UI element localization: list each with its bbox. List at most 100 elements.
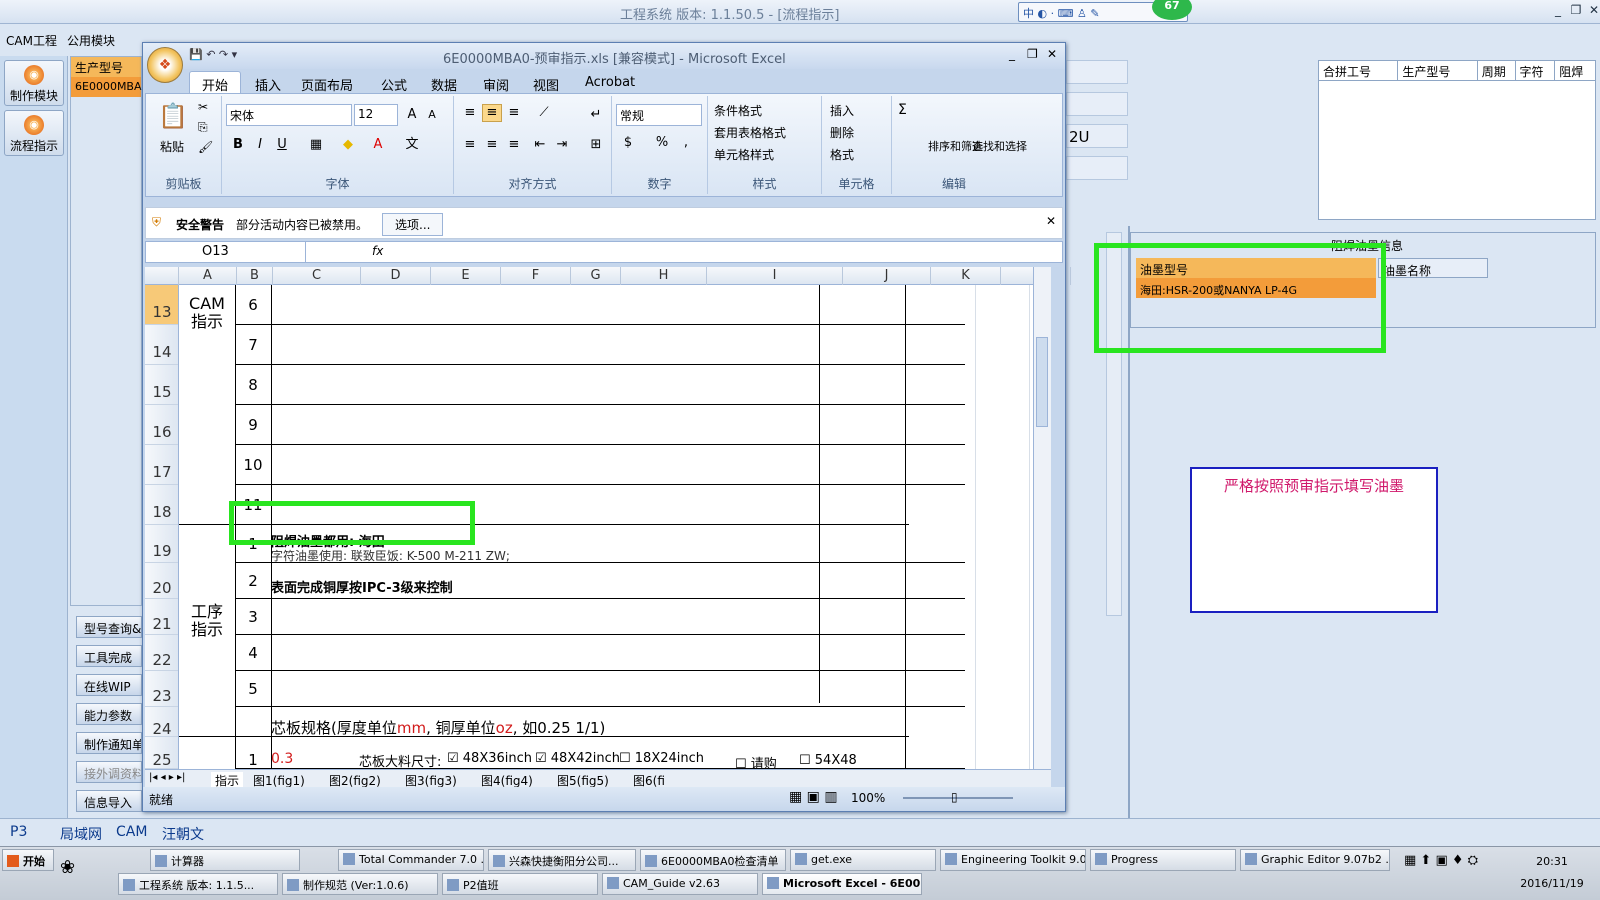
office-button[interactable]: ❖	[147, 47, 183, 83]
mid-field-1[interactable]	[1066, 60, 1128, 84]
align-center-icon[interactable]: ≡	[482, 136, 502, 154]
shrink-font-icon[interactable]: A	[422, 106, 442, 124]
tab-layout[interactable]: 页面布局	[301, 75, 353, 94]
insert-cells-button[interactable]: 插入	[830, 102, 854, 119]
col-header-D[interactable]: D	[361, 267, 431, 285]
option-54x48[interactable]: ☐ 54X48	[799, 753, 857, 768]
taskbar-item[interactable]: Graphic Editor 9.07b2 ...	[1240, 849, 1390, 871]
taskbar-item[interactable]: 制作规范 (Ver:1.0.6)	[282, 873, 438, 895]
rail-make-module[interactable]: ◉ 制作模块	[4, 60, 64, 106]
conditional-format-button[interactable]: 条件格式	[714, 102, 762, 119]
col-merge-id[interactable]: 合拼工号	[1319, 61, 1399, 80]
font-color-icon[interactable]: A	[368, 136, 388, 154]
row-header-18[interactable]: 18	[145, 485, 178, 525]
vertical-scrollbar[interactable]	[1033, 267, 1051, 769]
taskbar-item[interactable]: Total Commander 7.0 ...	[338, 849, 484, 871]
col-mask[interactable]: 阻焊	[1555, 61, 1595, 80]
excel-close-icon[interactable]: ✕	[1047, 47, 1057, 61]
number-format-select[interactable]: 常规	[616, 104, 702, 126]
row-header-20[interactable]: 20	[145, 563, 178, 599]
tab-view[interactable]: 视图	[533, 75, 559, 94]
delete-cells-button[interactable]: 删除	[830, 124, 854, 141]
percent-icon[interactable]: %	[652, 134, 672, 152]
side-btn-capacity[interactable]: 能力参数	[76, 703, 142, 725]
mid-field-3[interactable]: 2U	[1066, 124, 1128, 148]
comma-icon[interactable]: ,	[676, 134, 696, 152]
desktop-icon[interactable]: ❀	[60, 857, 75, 878]
quick-access-toolbar[interactable]: 💾 ↶ ↷ ▾	[189, 48, 299, 64]
option-purchase[interactable]: ☐ 请购	[735, 753, 777, 769]
row-header-19[interactable]: 19	[145, 525, 178, 563]
taskbar-item[interactable]: Engineering Toolkit 9.0...	[940, 849, 1086, 871]
zoom-slider[interactable]	[903, 797, 1013, 799]
col-header-F[interactable]: F	[501, 267, 571, 285]
excel-minimize-icon[interactable]: _	[1009, 47, 1015, 61]
sheet-nav-icon[interactable]: |◂ ◂ ▸ ▸|	[149, 772, 185, 783]
merge-icon[interactable]: ⊞	[586, 136, 606, 154]
col-header-C[interactable]: C	[273, 267, 361, 285]
col-char[interactable]: 字符	[1516, 61, 1556, 80]
col-header-I[interactable]: I	[707, 267, 843, 285]
grow-font-icon[interactable]: A	[402, 106, 422, 124]
col-prod-model[interactable]: 生产型号	[1398, 61, 1478, 80]
view-buttons-icon[interactable]: ▦ ▣ ▥	[789, 789, 838, 805]
sum-icon[interactable]: Σ	[898, 102, 907, 118]
taskbar-item[interactable]: Microsoft Excel - 6E00...	[762, 873, 922, 895]
tab-data[interactable]: 数据	[431, 75, 457, 94]
italic-icon[interactable]: I	[250, 136, 270, 154]
bold-icon[interactable]: B	[228, 136, 248, 154]
tab-acrobat[interactable]: Acrobat	[585, 75, 635, 90]
row-header-15[interactable]: 15	[145, 365, 178, 405]
border-icon[interactable]: ▦	[306, 136, 326, 154]
rail-flow-guide[interactable]: ◉ 流程指示	[4, 110, 64, 156]
font-family-select[interactable]: 宋体	[226, 104, 352, 126]
ink-name-header[interactable]: 油墨名称	[1378, 258, 1488, 278]
table-format-button[interactable]: 套用表格格式	[714, 124, 786, 141]
status-p3[interactable]: P3	[10, 824, 27, 840]
clock[interactable]: 20:31 2016/11/19	[1512, 851, 1592, 895]
option-48x42[interactable]: ☑ 48X42inch	[535, 751, 620, 766]
fill-color-icon[interactable]: ◆	[338, 136, 358, 154]
align-middle-icon[interactable]: ≡	[482, 104, 502, 122]
taskbar-item[interactable]: P2值班	[442, 873, 598, 895]
phonetic-icon[interactable]: 文	[402, 136, 422, 154]
col-header-H[interactable]: H	[621, 267, 707, 285]
row-header-23[interactable]: 23	[145, 671, 178, 707]
mid-field-2[interactable]	[1066, 92, 1128, 116]
cell-styles-button[interactable]: 单元格样式	[714, 146, 774, 163]
align-bottom-icon[interactable]: ≡	[504, 104, 524, 122]
security-close-icon[interactable]: ✕	[1046, 214, 1056, 228]
side-btn-tool[interactable]: 工具完成	[76, 645, 142, 667]
taskbar-item[interactable]: 兴森快捷衡阳分公司...	[488, 849, 636, 871]
paste-label[interactable]: 粘贴	[160, 138, 184, 155]
taskbar-item[interactable]: 6E0000MBA0检查清单	[640, 849, 786, 871]
currency-icon[interactable]: $	[618, 134, 638, 152]
menu-cam[interactable]: CAM工程	[0, 24, 61, 49]
row-header-24[interactable]: 24	[145, 707, 178, 738]
side-btn-import[interactable]: 信息导入	[76, 790, 142, 812]
tab-insert[interactable]: 插入	[255, 75, 281, 94]
row-header-16[interactable]: 16	[145, 405, 178, 445]
underline-icon[interactable]: U	[272, 136, 292, 154]
select-all-corner[interactable]	[145, 267, 179, 285]
row-header-17[interactable]: 17	[145, 445, 178, 485]
mid-field-4[interactable]	[1066, 156, 1128, 180]
tab-formulas[interactable]: 公式	[381, 75, 407, 94]
find-select-button[interactable]: 查找和选择	[972, 138, 1027, 154]
option-48x36[interactable]: ☑ 48X36inch	[447, 751, 532, 766]
paste-icon[interactable]: 📋	[158, 102, 188, 130]
zoom-thumb-icon[interactable]: ▯	[951, 790, 958, 804]
option-18x24[interactable]: ☐ 18X24inch	[619, 751, 704, 766]
scroll-thumb[interactable]	[1036, 337, 1048, 427]
row-header-25[interactable]: 25	[145, 737, 178, 769]
col-header-E[interactable]: E	[431, 267, 501, 285]
col-header-A[interactable]: A	[179, 267, 237, 285]
taskbar-item[interactable]: get.exe	[790, 849, 936, 871]
align-left-icon[interactable]: ≡	[460, 136, 480, 154]
col-header-J[interactable]: J	[843, 267, 931, 285]
col-header-B[interactable]: B	[237, 267, 273, 285]
taskbar-item[interactable]: 计算器	[150, 849, 300, 871]
col-header-K[interactable]: K	[931, 267, 1001, 285]
tray-icons[interactable]: ▦ ⬆ ▣ ♦ ⛭	[1404, 853, 1478, 868]
col-header-G[interactable]: G	[571, 267, 621, 285]
